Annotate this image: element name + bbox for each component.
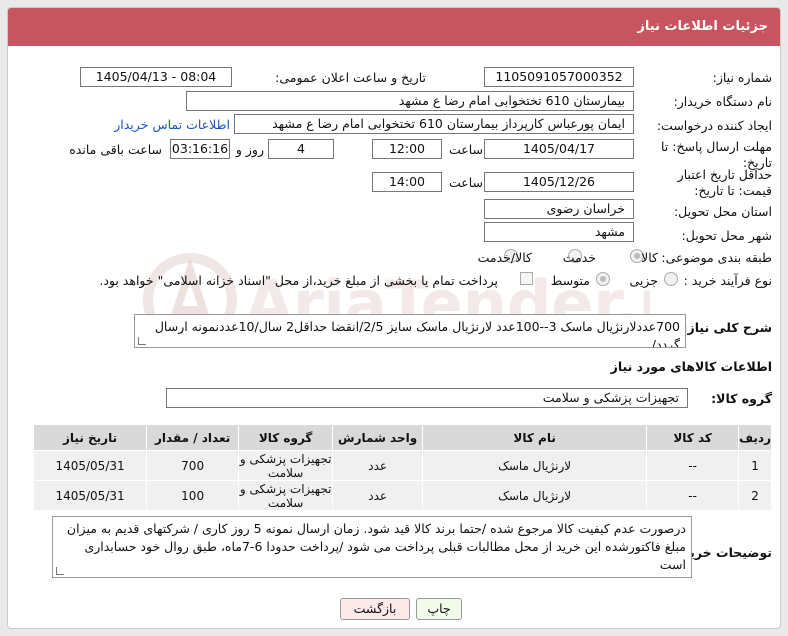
announce-field: 1405/04/13 - 08:04 — [80, 67, 232, 87]
buyer-org-label: نام دستگاه خریدار: — [673, 94, 772, 109]
process-radio-minor[interactable] — [664, 272, 678, 286]
cell-item-name: لارنژیال ماسک — [422, 450, 648, 481]
cell-quantity: 100 — [146, 480, 240, 511]
cell-need-date: 1405/05/31 — [32, 480, 148, 511]
print-button[interactable]: چاپ — [416, 598, 462, 620]
process-label: نوع فرآیند خرید : — [683, 273, 772, 288]
need-number-label: شماره نیاز: — [712, 70, 772, 85]
city-label: شهر محل تحویل: — [681, 228, 772, 243]
table-row: 1 -- لارنژیال ماسک عدد تجهیزات پزشکی و س… — [32, 450, 772, 481]
remaining-label: ساعت باقی مانده — [69, 142, 162, 157]
page-title: جزئیات اطلاعات نیاز — [8, 8, 780, 46]
days-field: 4 — [268, 139, 334, 159]
column-header-item-code: کد کالا — [646, 424, 740, 451]
need-number-field: 1105091057000352 — [484, 67, 634, 87]
column-header-item-group: گروه کالا — [238, 424, 334, 451]
cell-item-group: تجهیزات پزشکی و سلامت — [238, 450, 334, 481]
cell-item-group: تجهیزات پزشکی و سلامت — [238, 480, 334, 511]
cell-item-code: -- — [646, 480, 740, 511]
resize-handle-icon[interactable] — [56, 567, 64, 575]
cell-item-code: -- — [646, 450, 740, 481]
requester-label: ایجاد کننده درخواست: — [656, 118, 772, 133]
cell-row-number: 2 — [738, 480, 772, 511]
process-option-minor: جزیی — [629, 273, 658, 288]
back-button[interactable]: بازگشت — [340, 598, 410, 620]
cell-unit: عدد — [332, 480, 424, 511]
requester-field: ایمان پورعباس کارپرداز بیمارستان 610 تخت… — [234, 114, 634, 134]
buyer-notes-textarea[interactable]: درصورت عدم کیفیت کالا مرجوع شده /حتما بر… — [52, 516, 692, 578]
buyer-org-field: بیمارستان 610 تختخوابی امام رضا ع مشهد — [186, 91, 634, 111]
column-header-need-date: تاریخ نیاز — [32, 424, 148, 451]
treasury-payment-checkbox[interactable] — [520, 272, 533, 285]
description-textarea[interactable]: 700عددلارنژیال ماسک 3--100عدد لارنژیال م… — [134, 314, 686, 348]
column-header-row-number: ردیف — [738, 424, 772, 451]
treasury-payment-note: پرداخت تمام یا بخشی از مبلغ خرید،از محل … — [99, 273, 498, 288]
process-radio-medium[interactable] — [596, 272, 610, 286]
province-label: استان محل تحویل: — [673, 204, 772, 219]
price-date-field: 1405/12/26 — [484, 172, 634, 192]
contact-info-link[interactable]: اطلاعات تماس خریدار — [114, 117, 230, 132]
goods-section-title: اطلاعات کالاهای مورد نیاز — [610, 359, 772, 374]
province-field: خراسان رضوی — [484, 199, 634, 219]
resize-handle-icon[interactable] — [138, 337, 146, 345]
goods-group-label: گروه کالا: — [711, 391, 772, 406]
goods-group-field: تجهیزات پزشکی و سلامت — [166, 388, 688, 408]
description-text: 700عددلارنژیال ماسک 3--100عدد لارنژیال م… — [154, 319, 680, 348]
announce-label: تاریخ و ساعت اعلان عمومی: — [275, 70, 426, 85]
category-label: طبقه بندی موضوعی: — [661, 250, 772, 265]
remaining-time-field: 03:16:16 — [170, 139, 230, 159]
price-validity-label: حداقل تاریخ اعتبار قیمت: تا تاریخ: — [677, 167, 772, 198]
days-label: روز و — [235, 142, 264, 157]
column-header-item-name: نام کالا — [422, 424, 648, 451]
process-option-medium: متوسط — [550, 273, 590, 288]
category-option-service: خدمت — [562, 250, 596, 265]
cell-need-date: 1405/05/31 — [32, 450, 148, 481]
deadline-time-field: 12:00 — [372, 139, 442, 159]
city-field: مشهد — [484, 222, 634, 242]
price-time-label: ساعت — [448, 175, 483, 190]
cell-item-name: لارنژیال ماسک — [422, 480, 648, 511]
deadline-date-field: 1405/04/17 — [484, 139, 634, 159]
price-time-field: 14:00 — [372, 172, 442, 192]
deadline-time-label: ساعت — [448, 142, 483, 157]
cell-row-number: 1 — [738, 450, 772, 481]
goods-table: ردیف کد کالا نام کالا واحد شمارش گروه کا… — [32, 424, 772, 511]
buyer-notes-text: درصورت عدم کیفیت کالا مرجوع شده /حتما بر… — [66, 521, 686, 572]
description-label: شرح کلی نیاز: — [682, 320, 772, 335]
cell-quantity: 700 — [146, 450, 240, 481]
column-header-unit: واحد شمارش — [332, 424, 424, 451]
cell-unit: عدد — [332, 450, 424, 481]
category-option-goods-service: کالا/خدمت — [477, 250, 532, 265]
column-header-quantity: تعداد / مقدار — [146, 424, 240, 451]
table-row: 2 -- لارنژیال ماسک عدد تجهیزات پزشکی و س… — [32, 480, 772, 511]
table-header-row: ردیف کد کالا نام کالا واحد شمارش گروه کا… — [32, 424, 772, 451]
category-option-goods: کالا — [641, 250, 658, 265]
